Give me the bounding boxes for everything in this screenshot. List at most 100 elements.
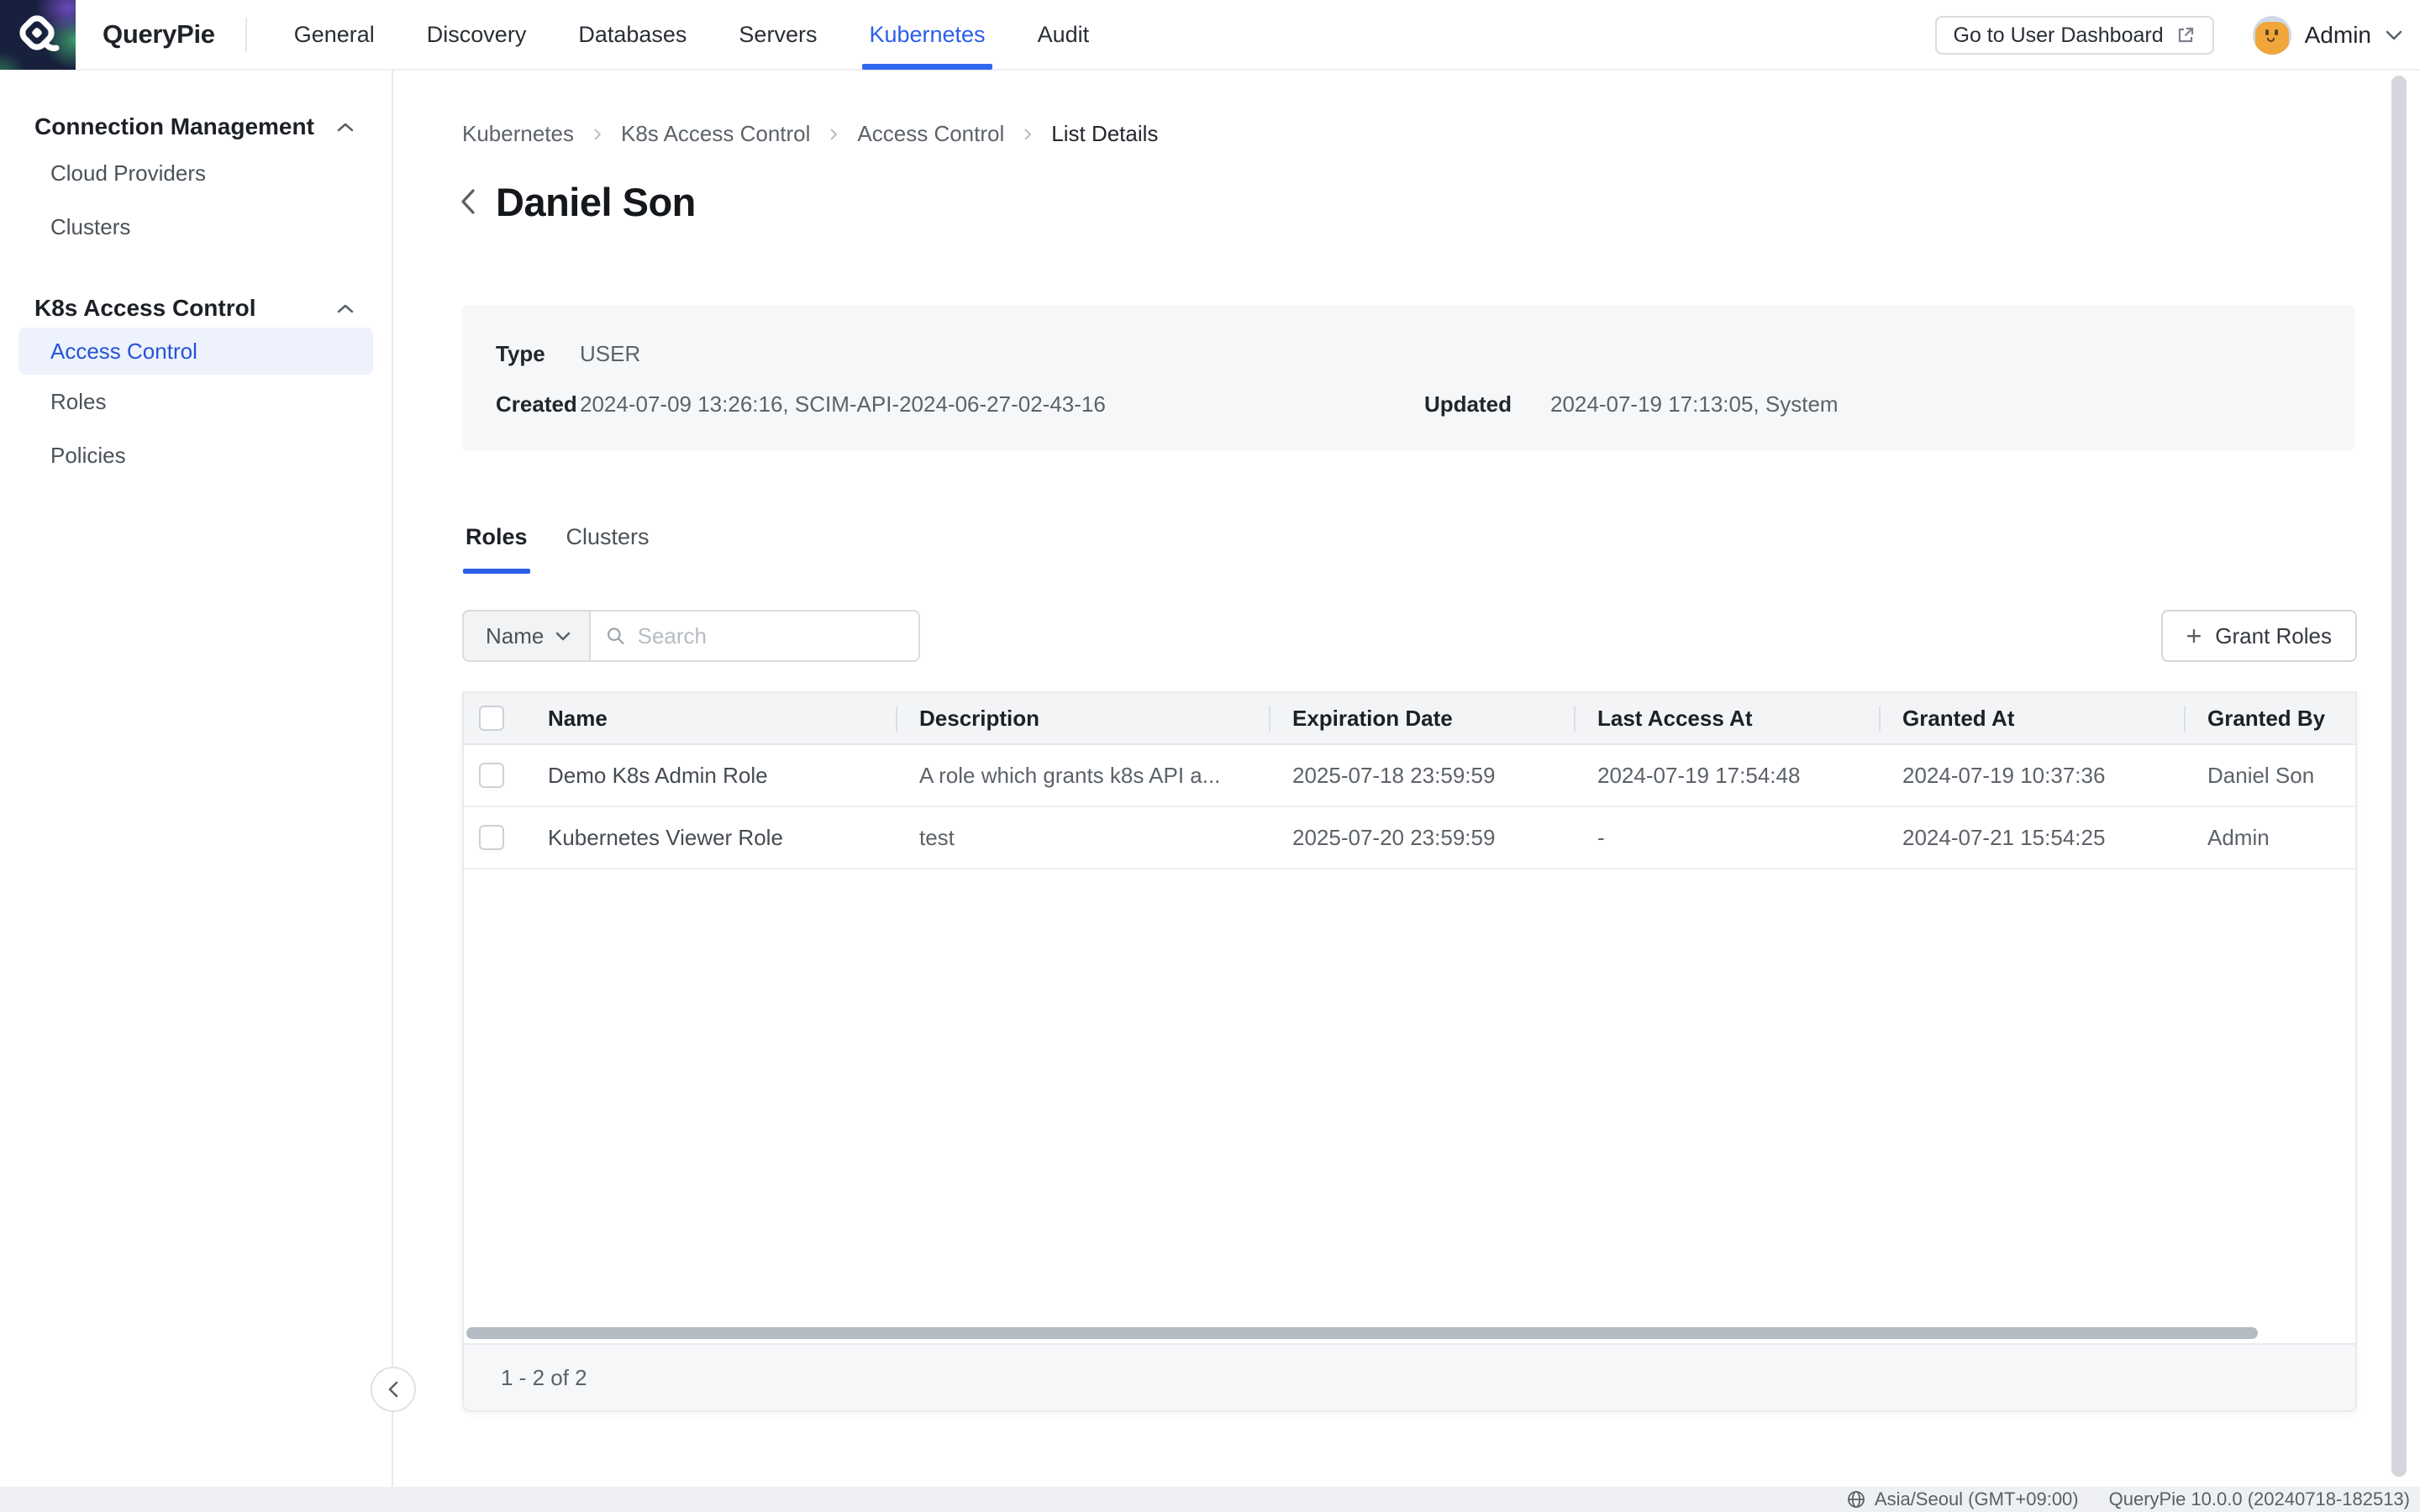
vertical-scrollbar[interactable]: [2391, 76, 2407, 1477]
nav-kubernetes[interactable]: Kubernetes: [869, 0, 985, 70]
column-expiration-date[interactable]: Expiration Date: [1269, 706, 1574, 732]
type-label: Type: [496, 341, 580, 367]
breadcrumb: Kubernetes K8s Access Control Access Con…: [462, 121, 1158, 147]
sidebar-section-connection-management: Connection Management Cloud Providers Cl…: [0, 108, 392, 254]
nav-audit[interactable]: Audit: [1038, 0, 1090, 70]
cell-description: test: [896, 825, 1269, 851]
main-content: Kubernetes K8s Access Control Access Con…: [395, 71, 2420, 1487]
created-value: 2024-07-09 13:26:16, SCIM-API-2024-06-27…: [580, 391, 1424, 417]
table-header: Name Description Expiration Date Last Ac…: [464, 693, 2355, 745]
plus-icon: +: [2186, 622, 2202, 649]
sidebar-header-label: Connection Management: [34, 113, 314, 140]
nav-discovery[interactable]: Discovery: [427, 0, 527, 70]
chevron-down-icon[interactable]: [2385, 29, 2403, 41]
app-window: QueryPie General Discovery Databases Ser…: [0, 0, 2420, 1512]
sidebar-header-connection-management[interactable]: Connection Management: [0, 108, 392, 146]
sidebar-item-policies[interactable]: Policies: [0, 428, 392, 482]
chevron-up-icon: [336, 303, 355, 314]
column-granted-by[interactable]: Granted By: [2184, 706, 2355, 732]
tab-roles[interactable]: Roles: [466, 524, 528, 574]
filter-row: Name + Grant Roles: [462, 610, 2357, 662]
column-separator: [2184, 706, 2186, 732]
sidebar-header-k8s-access-control[interactable]: K8s Access Control: [0, 289, 392, 328]
avatar[interactable]: [2253, 16, 2291, 55]
search-input[interactable]: [638, 623, 903, 649]
back-button[interactable]: [459, 178, 496, 225]
cell-last-access-at: 2024-07-19 17:54:48: [1574, 763, 1879, 789]
column-separator: [1879, 706, 1881, 732]
detail-tabs: Roles Clusters: [466, 524, 688, 574]
sidebar-item-access-control[interactable]: Access Control: [18, 328, 373, 375]
go-to-user-dashboard-button[interactable]: Go to User Dashboard: [1935, 16, 2214, 55]
table-row[interactable]: Kubernetes Viewer Role test 2025-07-20 2…: [464, 807, 2355, 869]
sidebar-collapse-button[interactable]: [371, 1367, 416, 1412]
column-separator: [1574, 706, 1576, 732]
breadcrumb-access-control[interactable]: Access Control: [857, 121, 1004, 147]
nav-databases[interactable]: Databases: [578, 0, 687, 70]
main-nav: General Discovery Databases Servers Kube…: [294, 0, 1141, 70]
details-panel: Type USER Created 2024-07-09 13:26:16, S…: [462, 305, 2355, 451]
chevron-right-icon: [1023, 127, 1033, 142]
cell-granted-at: 2024-07-19 10:37:36: [1879, 763, 2184, 789]
querypie-logo-icon: [13, 11, 62, 58]
table-row[interactable]: Demo K8s Admin Role A role which grants …: [464, 745, 2355, 807]
horizontal-scrollbar[interactable]: [466, 1327, 2258, 1339]
details-row-type: Type USER: [496, 333, 2322, 374]
querypie-logo[interactable]: [0, 0, 76, 70]
column-separator: [1269, 706, 1270, 732]
pagination-count: 1 - 2 of 2: [501, 1365, 587, 1391]
page-title: Daniel Son: [496, 179, 696, 225]
footer-version: QueryPie 10.0.0 (20240718-182513): [2109, 1488, 2410, 1510]
breadcrumb-kubernetes[interactable]: Kubernetes: [462, 121, 574, 147]
sidebar-item-clusters[interactable]: Clusters: [0, 200, 392, 254]
top-bar: QueryPie General Discovery Databases Ser…: [0, 0, 2420, 71]
footer-timezone-text: Asia/Seoul (GMT+09:00): [1875, 1488, 2079, 1510]
breadcrumb-list-details: List Details: [1051, 121, 1158, 147]
avatar-eye-right: [2275, 29, 2278, 35]
chevron-right-icon: [829, 127, 839, 142]
chevron-left-icon: [459, 186, 477, 217]
select-all-checkbox[interactable]: [479, 706, 504, 731]
external-link-icon: [2175, 25, 2196, 45]
footer-timezone: Asia/Seoul (GMT+09:00): [1846, 1488, 2079, 1510]
cell-granted-by: Admin: [2184, 825, 2355, 851]
updated-value: 2024-07-19 17:13:05, System: [1550, 391, 1839, 417]
pagination-bar: 1 - 2 of 2: [464, 1343, 2355, 1410]
cell-granted-by: Daniel Son: [2184, 763, 2355, 789]
go-to-user-dashboard-label: Go to User Dashboard: [1954, 24, 2164, 48]
column-granted-at[interactable]: Granted At: [1879, 706, 2184, 732]
row-checkbox[interactable]: [479, 825, 504, 850]
search-field-select[interactable]: Name: [462, 610, 589, 662]
roles-table: Name Description Expiration Date Last Ac…: [462, 691, 2357, 1412]
nav-servers[interactable]: Servers: [739, 0, 817, 70]
row-checkbox[interactable]: [479, 763, 504, 788]
sidebar-item-roles[interactable]: Roles: [0, 375, 392, 428]
sidebar-section-k8s-access-control: K8s Access Control Access Control Roles …: [0, 289, 392, 482]
globe-icon: [1846, 1489, 1866, 1509]
title-row: Daniel Son: [459, 178, 696, 225]
grant-roles-label: Grant Roles: [2215, 623, 2332, 649]
brand-name: QueryPie: [103, 19, 215, 50]
column-last-access-at[interactable]: Last Access At: [1574, 706, 1879, 732]
details-row-audit: Created 2024-07-09 13:26:16, SCIM-API-20…: [496, 384, 2322, 424]
column-name[interactable]: Name: [548, 706, 896, 732]
column-description[interactable]: Description: [896, 706, 1269, 732]
topbar-right: Go to User Dashboard Admin: [1935, 0, 2404, 71]
breadcrumb-k8s-access-control[interactable]: K8s Access Control: [621, 121, 810, 147]
sidebar-header-label: K8s Access Control: [34, 295, 256, 322]
user-name[interactable]: Admin: [2305, 22, 2371, 49]
column-separator: [896, 706, 897, 732]
chevron-right-icon: [592, 127, 602, 142]
avatar-eye-left: [2265, 29, 2269, 35]
cell-expiration-date: 2025-07-18 23:59:59: [1269, 763, 1574, 789]
cell-name: Demo K8s Admin Role: [548, 763, 896, 789]
chevron-up-icon: [336, 122, 355, 133]
cell-expiration-date: 2025-07-20 23:59:59: [1269, 825, 1574, 851]
tab-clusters[interactable]: Clusters: [566, 524, 650, 574]
nav-general[interactable]: General: [294, 0, 375, 70]
sidebar-item-cloud-providers[interactable]: Cloud Providers: [0, 146, 392, 200]
sidebar: Connection Management Cloud Providers Cl…: [0, 71, 393, 1487]
topbar-divider: [245, 18, 247, 51]
grant-roles-button[interactable]: + Grant Roles: [2161, 610, 2357, 662]
search-box: [589, 610, 920, 662]
